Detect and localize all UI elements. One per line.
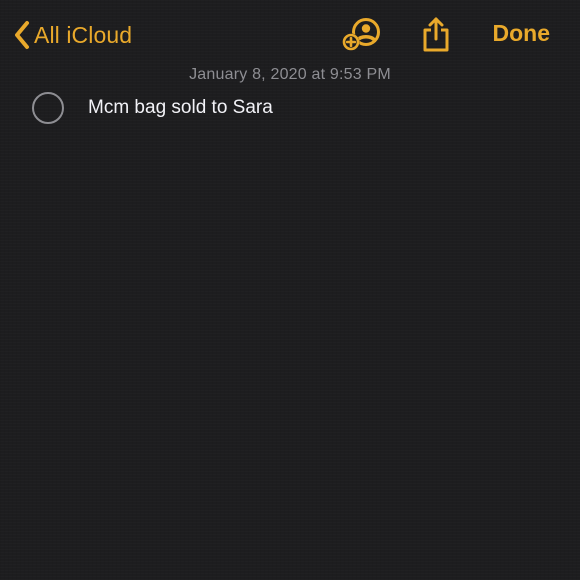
navigation-bar: All iCloud Done bbox=[0, 0, 580, 66]
note-timestamp: January 8, 2020 at 9:53 PM bbox=[189, 66, 391, 83]
back-button-label: All iCloud bbox=[34, 21, 133, 48]
checklist-item-text[interactable]: Mcm bag sold to Sara bbox=[88, 97, 273, 119]
share-button[interactable] bbox=[420, 16, 452, 54]
checklist-checkbox[interactable] bbox=[32, 92, 64, 124]
checklist-item: Mcm bag sold to Sara bbox=[32, 90, 273, 126]
done-button[interactable]: Done bbox=[493, 20, 551, 47]
chevron-left-icon bbox=[14, 20, 30, 50]
add-person-icon bbox=[340, 16, 382, 54]
share-icon bbox=[420, 16, 452, 54]
note-screen: All iCloud Done January 8, 2020 at 9:53 … bbox=[0, 0, 580, 580]
add-people-button[interactable] bbox=[340, 16, 382, 54]
back-button[interactable]: All iCloud bbox=[14, 18, 132, 52]
